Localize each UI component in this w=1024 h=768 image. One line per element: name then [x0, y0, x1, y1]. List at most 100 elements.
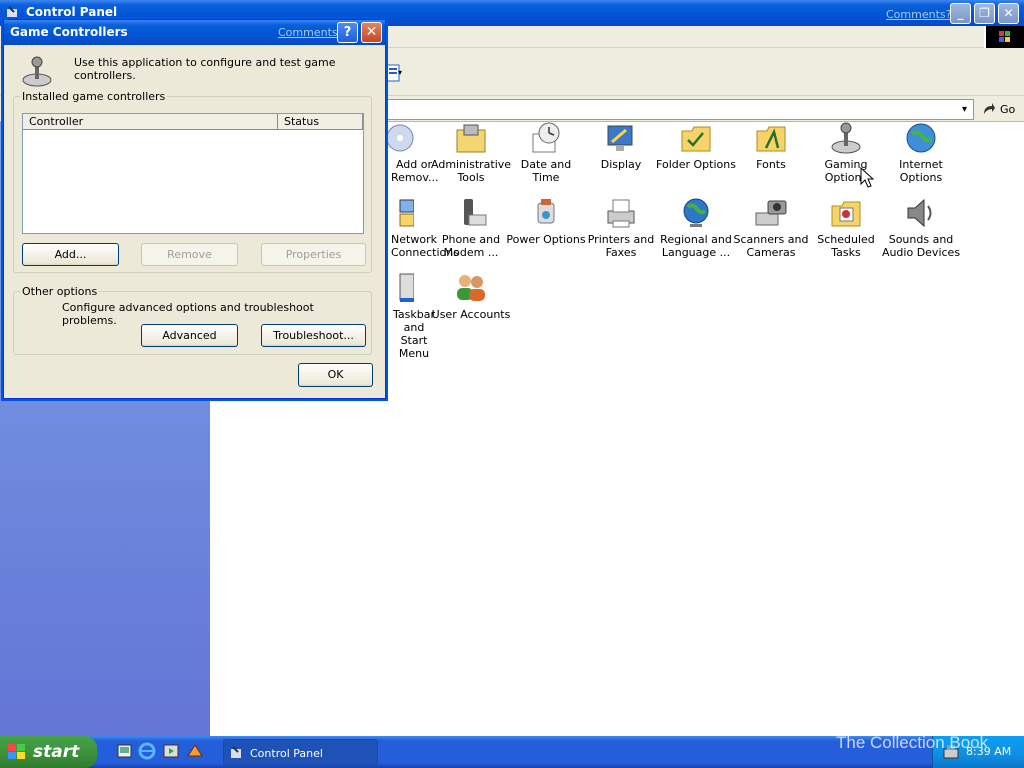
- other-options-group: Other options Configure advanced options…: [13, 285, 372, 355]
- icon-label: Fonts: [756, 158, 786, 171]
- fonts-folder-icon: [754, 122, 788, 154]
- taskbar-item-control-panel[interactable]: Control Panel: [223, 739, 378, 766]
- windows-flag-icon: [8, 744, 25, 759]
- close-button[interactable]: ✕: [998, 3, 1019, 24]
- cp-item-display[interactable]: Display: [581, 122, 661, 171]
- group-label: Installed game controllers: [20, 90, 168, 103]
- icon-label: Gaming: [824, 158, 868, 171]
- icon-label: Cameras: [746, 246, 796, 259]
- phone-icon: [454, 197, 488, 229]
- icon-label: Folder Options: [656, 158, 736, 171]
- start-label: start: [33, 742, 80, 762]
- icon-label: Audio Devices: [881, 246, 961, 259]
- joystick-icon: [20, 56, 54, 88]
- views-icon[interactable]: [386, 64, 406, 84]
- icon-label: Language ...: [661, 246, 731, 259]
- minimize-button[interactable]: _: [950, 3, 971, 24]
- advanced-button[interactable]: Advanced: [141, 324, 238, 347]
- printer-icon: [604, 197, 638, 229]
- ok-button[interactable]: OK: [298, 363, 373, 387]
- windows-logo-icon: [986, 26, 1024, 48]
- cp-item-scheduled-tasks[interactable]: Scheduled Tasks: [806, 197, 886, 259]
- start-button[interactable]: start: [0, 736, 97, 768]
- media-player-icon[interactable]: [162, 742, 180, 760]
- internet-explorer-icon[interactable]: [138, 742, 156, 760]
- cp-item-power-options[interactable]: Power Options: [506, 197, 586, 246]
- dialog-title: Game Controllers: [10, 25, 128, 39]
- cp-item-fonts[interactable]: Fonts: [731, 122, 811, 171]
- icon-label: Options: [824, 171, 868, 184]
- watermark: The Collection Book: [836, 733, 989, 752]
- maximize-button[interactable]: ❐: [974, 3, 995, 24]
- cp-item-user-accounts[interactable]: User Accounts: [431, 272, 511, 321]
- cp-item-administrative-tools[interactable]: Administrative Tools: [431, 122, 511, 184]
- game-controllers-dialog: Game Controllers Comments? ? ✕ Use this …: [3, 19, 386, 399]
- troubleshoot-button[interactable]: Troubleshoot...: [261, 324, 366, 347]
- show-desktop-icon[interactable]: [116, 742, 134, 760]
- scanner-camera-icon: [754, 197, 788, 229]
- comments-link[interactable]: Comments?: [886, 8, 951, 21]
- icon-label: Options: [899, 171, 943, 184]
- dialog-titlebar[interactable]: Game Controllers Comments? ? ✕: [4, 20, 385, 45]
- dialog-close-button[interactable]: ✕: [361, 22, 382, 43]
- icon-label: Sounds and: [888, 233, 954, 246]
- folder-options-icon: [679, 122, 713, 154]
- go-button[interactable]: Go: [980, 100, 1020, 119]
- cp-item-scanners-and-cameras[interactable]: Scanners and Cameras: [731, 197, 811, 259]
- icon-label: Faxes: [605, 246, 637, 259]
- remove-button[interactable]: Remove: [141, 243, 238, 266]
- column-header-status[interactable]: Status: [278, 114, 363, 130]
- icon-label: Tools: [457, 171, 485, 184]
- dialog-comments-link[interactable]: Comments?: [278, 26, 343, 39]
- address-field[interactable]: ▾: [386, 99, 974, 120]
- cp-item-regional-and-language[interactable]: Regional and Language ...: [656, 197, 736, 259]
- intro-text: Use this application to configure and te…: [74, 56, 336, 82]
- user-accounts-icon: [454, 272, 488, 304]
- icon-label: Scheduled: [817, 233, 875, 246]
- control-panel-icon: [231, 746, 241, 758]
- icon-label: Modem ...: [443, 246, 499, 259]
- group-label: Other options: [20, 285, 100, 298]
- column-header-controller[interactable]: Controller: [23, 114, 278, 130]
- globe-icon: [679, 197, 713, 229]
- icon-label: Printers and: [587, 233, 655, 246]
- clock-calendar-icon: [529, 122, 563, 154]
- cp-item-internet-options[interactable]: Internet Options: [881, 122, 961, 184]
- mouse-cursor-icon: [860, 167, 874, 188]
- speaker-icon: [904, 197, 938, 229]
- icon-label: Administrative: [431, 158, 512, 171]
- icon-label: Date and Time: [520, 158, 572, 184]
- help-button[interactable]: ?: [337, 22, 358, 43]
- control-panel-icon: [7, 6, 17, 18]
- icon-label: Scanners and: [733, 233, 809, 246]
- cp-item-printers-and-faxes[interactable]: Printers and Faxes: [581, 197, 661, 259]
- icon-label: User Accounts: [431, 308, 511, 321]
- icon-label: Tasks: [831, 246, 861, 259]
- icon-label: Phone and: [441, 233, 501, 246]
- icon-label: Display: [600, 158, 642, 171]
- cp-item-gaming-options[interactable]: Gaming Options: [806, 122, 886, 184]
- media-icon[interactable]: [186, 742, 204, 760]
- add-button[interactable]: Add...: [22, 243, 119, 266]
- address-dropdown-icon[interactable]: ▾: [956, 100, 973, 119]
- cp-item-phone-and-modem[interactable]: Phone and Modem ...: [431, 197, 511, 259]
- cp-item-date-and-time[interactable]: Date and Time: [506, 122, 586, 184]
- controllers-list[interactable]: Controller Status: [22, 113, 364, 234]
- window-title: Control Panel: [26, 5, 118, 19]
- icon-label: Internet: [899, 158, 943, 171]
- go-arrow-icon: [984, 103, 995, 114]
- go-label: Go: [1000, 103, 1016, 116]
- icon-label: Power Options: [506, 233, 586, 246]
- task-label: Control Panel: [250, 747, 323, 760]
- properties-button[interactable]: Properties: [261, 243, 366, 266]
- joystick-icon: [829, 122, 863, 154]
- display-icon: [604, 122, 638, 154]
- installed-controllers-group: Installed game controllers Controller St…: [13, 90, 372, 273]
- power-icon: [529, 197, 563, 229]
- scheduled-tasks-icon: [829, 197, 863, 229]
- views-dropdown-icon[interactable]: ▾: [398, 68, 402, 77]
- administrative-tools-icon: [454, 122, 488, 154]
- cp-item-sounds-and-audio[interactable]: Sounds and Audio Devices: [881, 197, 961, 259]
- internet-globe-icon: [904, 122, 938, 154]
- cp-item-folder-options[interactable]: Folder Options: [656, 122, 736, 171]
